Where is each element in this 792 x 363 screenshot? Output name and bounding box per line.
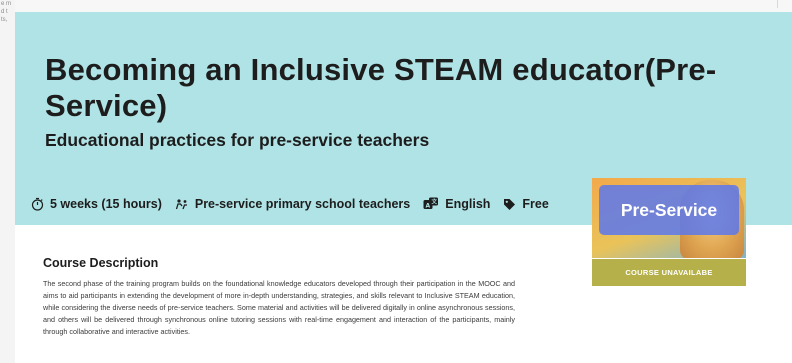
course-description-text: The second phase of the training program… — [43, 279, 515, 336]
top-strip — [15, 0, 792, 12]
price: Free — [503, 197, 549, 211]
course-sidebar-card: Pre-Service COURSE UNAVAILABE — [592, 178, 746, 300]
course-type-badge: Pre-Service — [599, 185, 739, 235]
gutter-text: d t — [1, 9, 8, 15]
divider — [777, 0, 778, 8]
left-gutter: e m d t ts, — [0, 0, 15, 363]
price-tag-icon — [503, 198, 516, 211]
duration-label: 5 weeks (15 hours) — [50, 197, 162, 211]
course-title: Becoming an Inclusive STEAM educator(Pre… — [45, 52, 717, 123]
stopwatch-icon — [31, 197, 44, 211]
price-label: Free — [522, 197, 549, 211]
course-page: Becoming an Inclusive STEAM educator(Pre… — [15, 12, 792, 363]
svg-text:A: A — [426, 203, 431, 210]
people-icon — [175, 198, 189, 210]
language-icon: A 文 — [423, 197, 439, 211]
audience-label: Pre-service primary school teachers — [194, 197, 411, 211]
duration: 5 weeks (15 hours) — [31, 197, 162, 211]
audience: Pre-service primary school teachers — [175, 197, 410, 211]
course-meta: 5 weeks (15 hours) Pre-service primary s… — [31, 194, 562, 214]
course-unavailable-button[interactable]: COURSE UNAVAILABE — [592, 259, 746, 286]
course-description-heading: Course Description — [43, 256, 159, 270]
gutter-text: ts, — [1, 17, 8, 23]
language-label: English — [445, 197, 491, 211]
svg-text:文: 文 — [432, 198, 438, 206]
course-subtitle: Educational practices for pre-service te… — [45, 130, 430, 150]
course-image: Pre-Service — [592, 178, 746, 258]
language: A 文 English — [423, 197, 490, 211]
gutter-text: e m — [1, 1, 12, 7]
